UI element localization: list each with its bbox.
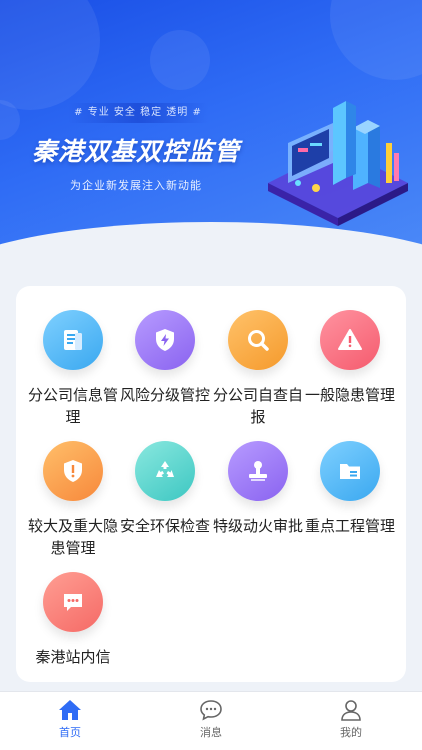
grid-item-label: 重点工程管理 bbox=[304, 517, 395, 535]
grid-item[interactable]: 安全环保检查 bbox=[117, 441, 213, 537]
grid-item-label: 风险分级管控 bbox=[119, 386, 210, 404]
document-icon bbox=[43, 310, 103, 370]
grid-item[interactable]: 分公司信息管理 bbox=[25, 310, 121, 428]
tab-messages-label: 消息 bbox=[200, 726, 222, 739]
grid-item[interactable]: 特级动火审批 bbox=[210, 441, 306, 537]
header-banner: # 专业 安全 稳定 透明 # 秦港双基双控监管 为企业新发展注入新动能 bbox=[0, 0, 422, 262]
magnifier-icon bbox=[228, 310, 288, 370]
grid-item-label: 安全环保检查 bbox=[119, 517, 210, 535]
stamp-icon bbox=[228, 441, 288, 501]
grid-item[interactable]: 较大及重大隐患管理 bbox=[25, 441, 121, 559]
grid-item-label: 分公司信息管理 bbox=[27, 386, 118, 426]
grid-item[interactable]: 分公司自查自报 bbox=[210, 310, 306, 428]
home-icon bbox=[59, 700, 81, 720]
isometric-city-illustration bbox=[268, 101, 408, 226]
function-grid-card: 分公司信息管理 风险分级管控 分公司自查自报 一般隐患管理较大及重大隐患管理 安全环保检… bbox=[16, 286, 406, 682]
tab-home[interactable]: 首页 bbox=[30, 698, 110, 740]
tab-profile-label: 我的 bbox=[340, 726, 362, 739]
bottom-tab-bar: 首页 消息 我的 bbox=[0, 691, 422, 750]
chat-icon bbox=[200, 700, 222, 721]
message-icon bbox=[43, 572, 103, 632]
grid-item-label: 分公司自查自报 bbox=[212, 386, 303, 426]
warning-icon bbox=[320, 310, 380, 370]
banner-subtitle: 为企业新发展注入新动能 bbox=[70, 179, 202, 192]
tab-messages[interactable]: 消息 bbox=[171, 698, 251, 740]
grid-item[interactable]: 重点工程管理 bbox=[302, 441, 398, 537]
folder-icon bbox=[320, 441, 380, 501]
grid-item[interactable]: 一般隐患管理 bbox=[302, 310, 398, 406]
slogan-tags: # 专业 安全 稳定 透明 # bbox=[68, 103, 208, 123]
banner-title: 秦港双基双控监管 bbox=[32, 137, 241, 166]
grid-item-label: 特级动火审批 bbox=[212, 517, 303, 535]
grid-item[interactable]: 秦港站内信 bbox=[25, 572, 121, 668]
tab-profile[interactable]: 我的 bbox=[311, 698, 391, 740]
recycle-icon bbox=[135, 441, 195, 501]
grid-item[interactable]: 风险分级管控 bbox=[117, 310, 213, 406]
grid-item-label: 较大及重大隐患管理 bbox=[27, 517, 118, 557]
shield-lightning-icon bbox=[135, 310, 195, 370]
tab-home-label: 首页 bbox=[59, 726, 81, 739]
shield-alert-icon bbox=[43, 441, 103, 501]
grid-item-label: 一般隐患管理 bbox=[304, 386, 395, 404]
grid-item-label: 秦港站内信 bbox=[35, 648, 111, 666]
user-icon bbox=[341, 700, 361, 721]
